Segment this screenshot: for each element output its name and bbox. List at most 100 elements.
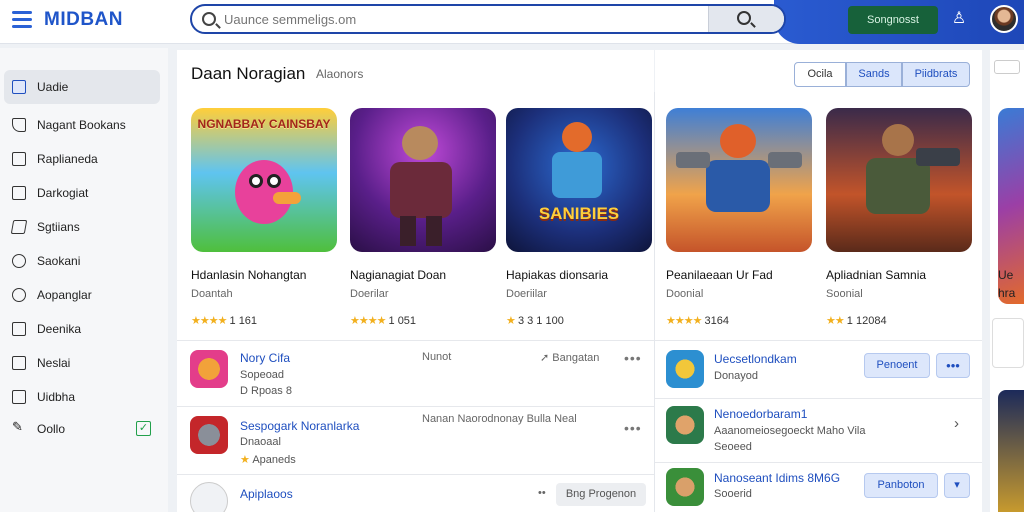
app-card-image[interactable] — [666, 108, 812, 252]
app-card-image[interactable]: NGNABBAY CAINSBAY — [191, 108, 337, 252]
card-rating: ★ 3 3 1 100 — [506, 314, 564, 327]
news-icon — [12, 356, 26, 370]
bag-icon — [12, 152, 26, 166]
app-card-image[interactable] — [826, 108, 972, 252]
search-input[interactable] — [224, 6, 704, 32]
sidebar-item-label: Raplianeda — [37, 152, 98, 166]
list-item-developer: Donayod — [714, 370, 759, 382]
character-eye — [267, 174, 281, 188]
column-divider — [654, 92, 655, 512]
sidebar-item-raplianeda[interactable]: Raplianeda — [4, 142, 160, 176]
list-item-developer: Sopeoad — [240, 369, 285, 381]
tag-icon — [12, 118, 26, 132]
app-icon[interactable] — [666, 350, 704, 388]
checkbox-icon[interactable]: ✓ — [136, 421, 151, 436]
header-cta-button[interactable]: Songnosst — [848, 6, 938, 34]
chevron-right-icon[interactable]: › — [954, 415, 959, 432]
list-item-meta: Nanan Naorodnonay Bulla Neal — [422, 413, 577, 425]
card-developer: Doantah — [191, 288, 233, 300]
app-icon[interactable] — [666, 468, 704, 506]
app-card-image[interactable] — [350, 108, 496, 252]
card-title[interactable]: Apliadnian Samnia — [826, 268, 926, 282]
tab-sands[interactable]: Sands — [846, 62, 902, 87]
list-item-detail: Seoeed — [714, 441, 752, 453]
more-icon[interactable]: ••• — [624, 350, 642, 366]
card-title[interactable]: Peanilaeaan Ur Fad — [666, 268, 773, 282]
sidebar-item-oollo[interactable]: ✎ Oollo ✓ — [4, 412, 160, 446]
list-item-title[interactable]: Apiplaoos — [240, 487, 293, 501]
list-item-title[interactable]: Nenoedorbaram1 — [714, 407, 807, 421]
preview-art-image-2[interactable] — [998, 390, 1024, 512]
card-title[interactable]: Nagianagiat Doan — [350, 268, 446, 282]
pen-icon: ✎ — [12, 419, 23, 434]
divider — [177, 406, 654, 407]
detail-text: Apaneds — [252, 454, 296, 466]
sidebar-item-label: Darkogiat — [37, 186, 89, 200]
list-item-title[interactable]: Uecsetlondkam — [714, 352, 797, 366]
divider — [655, 462, 982, 463]
page-subtitle: Alaonors — [316, 67, 364, 81]
sidebar-item-home[interactable]: Uadie — [4, 70, 160, 104]
chevron-down-icon[interactable]: ▾ — [944, 473, 970, 498]
star-icon: ★★★★ — [191, 315, 227, 327]
sidebar-item-label: Sgtiians — [37, 220, 80, 234]
list-item-developer: Sooerid — [714, 488, 752, 500]
install-button[interactable]: Penoent — [864, 353, 930, 378]
list-item-title[interactable]: Nanoseant Idims 8M6G — [714, 471, 840, 485]
weapon-art — [676, 152, 710, 168]
character-body — [706, 160, 770, 212]
sidebar-item-saokani[interactable]: Saokani — [4, 244, 160, 278]
app-icon[interactable] — [190, 482, 228, 512]
list-item-status: ➚ Bangatan — [540, 352, 600, 364]
collapse-icon[interactable] — [994, 60, 1020, 74]
at-icon — [12, 288, 26, 302]
avatar[interactable] — [990, 5, 1018, 33]
character-art — [562, 122, 592, 152]
sidebar-item-label: Uadie — [37, 80, 69, 94]
status-text: Bangatan — [552, 352, 600, 364]
sidebar-item-uidbha[interactable]: Uidbha — [4, 380, 160, 414]
app-icon[interactable] — [190, 416, 228, 454]
character-beak — [273, 192, 301, 204]
sidebar-item-darkogiat[interactable]: Darkogiat — [4, 176, 160, 210]
search-bar[interactable] — [190, 4, 786, 34]
sidebar-item-label: Oollo — [37, 422, 66, 436]
search-button[interactable] — [708, 6, 784, 32]
character-leg — [400, 216, 416, 246]
sidebar-item-neslai[interactable]: Neslai — [4, 346, 160, 380]
search-icon — [202, 12, 216, 26]
divider — [177, 474, 654, 475]
card-rating: ★★ 1 12084 — [826, 314, 887, 327]
sidebar-item-deenika[interactable]: Deenika — [4, 312, 160, 346]
brand-logo[interactable]: MIDBAN — [44, 9, 123, 31]
install-button[interactable]: Panboton — [864, 473, 938, 498]
app-icon[interactable] — [666, 406, 704, 444]
more-icon[interactable]: ••• — [624, 420, 642, 436]
sidebar: Uadie Nagant Bookans Raplianeda Darkogia… — [0, 48, 168, 512]
list-item-title[interactable]: Nory Cifa — [240, 351, 290, 365]
sidebar-item-sgtiians[interactable]: Sgtiians — [4, 210, 160, 244]
card-rating: ★★★★ 3164 — [666, 314, 729, 327]
hamburger-menu-icon[interactable] — [12, 11, 32, 28]
more-options-icon[interactable]: ••• — [936, 353, 970, 378]
user-switch-icon[interactable]: ♙ — [950, 10, 968, 28]
tab-piidbrats[interactable]: Piidbrats — [902, 62, 970, 87]
progress-button[interactable]: Bng Progenon — [556, 483, 646, 506]
sidebar-item-bookans[interactable]: Nagant Bookans — [4, 108, 160, 142]
screen-icon — [12, 322, 26, 336]
card-title[interactable]: Hapiakas dionsaria — [506, 268, 608, 282]
rating-count: 1 051 — [388, 315, 417, 327]
sidebar-item-label: Aopanglar — [37, 288, 92, 302]
tab-ocila[interactable]: Ocila — [794, 62, 846, 87]
magnifier-icon — [737, 11, 751, 25]
app-card-image[interactable]: SANIBIES — [506, 108, 652, 252]
card-developer: Soonial — [826, 288, 863, 300]
app-icon[interactable] — [190, 350, 228, 388]
list-item-detail: D Rpoas 8 — [240, 385, 292, 397]
preview-card[interactable] — [992, 318, 1024, 368]
sidebar-item-aopanglar[interactable]: Aopanglar — [4, 278, 160, 312]
star-icon: ★ — [506, 315, 516, 327]
list-item-title[interactable]: Sespogark Noranlarka — [240, 419, 359, 433]
card-title[interactable]: Hdanlasin Nohangtan — [191, 268, 306, 282]
expand-icon[interactable]: •• — [538, 487, 546, 499]
